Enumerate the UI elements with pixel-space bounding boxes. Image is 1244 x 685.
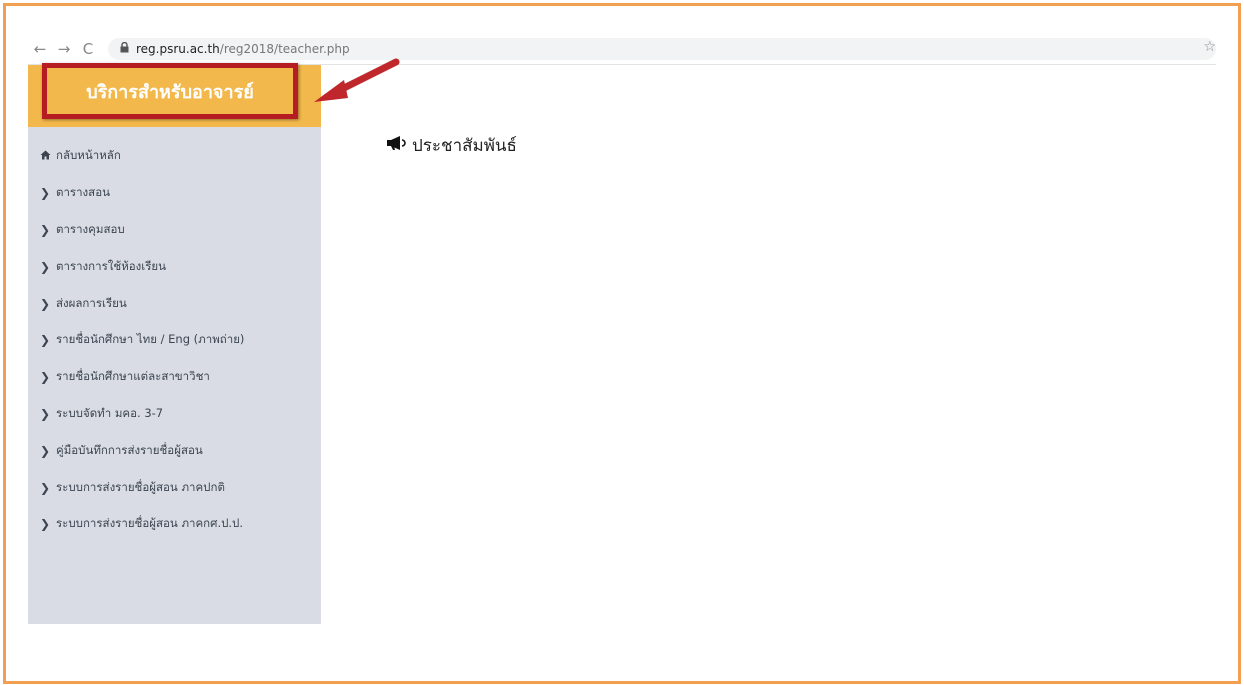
chevron-right-icon: ❯ — [40, 370, 51, 385]
chevron-right-icon: ❯ — [40, 443, 51, 458]
chevron-right-icon: ❯ — [40, 480, 51, 495]
announcement-heading: ประชาสัมพันธ์ — [386, 132, 517, 159]
back-button[interactable]: ← — [28, 40, 52, 58]
star-icon[interactable]: ☆ — [1203, 39, 1216, 55]
forward-button[interactable]: → — [52, 40, 76, 58]
chevron-right-icon: ❯ — [40, 296, 51, 311]
sidebar-menu: กลับหน้าหลัก ❯ ตารางสอน ❯ ตารางคุมสอบ ❯ … — [40, 138, 321, 543]
sidebar-item-student-list-photos[interactable]: ❯ รายชื่อนักศึกษา ไทย / Eng (ภาพถ่าย) — [40, 322, 321, 359]
chevron-right-icon: ❯ — [40, 406, 51, 421]
page-title: ประชาสัมพันธ์ — [412, 136, 517, 156]
annotation-arrow — [314, 58, 400, 102]
sidebar-item-label: ระบบจัดทำ มคอ. 3-7 — [56, 405, 164, 420]
chevron-right-icon: ❯ — [40, 333, 51, 348]
sidebar-item-instructor-submit-special[interactable]: ❯ ระบบการส่งรายชื่อผู้สอน ภาคกศ.ป.ป. — [40, 506, 321, 543]
chevron-right-icon: ❯ — [40, 186, 51, 201]
lock-icon — [120, 41, 129, 56]
sidebar-item-label: ตารางสอน — [56, 185, 110, 200]
reload-button[interactable]: C — [76, 40, 100, 58]
megaphone-icon — [386, 135, 406, 156]
sidebar-item-submit-grades[interactable]: ❯ ส่งผลการเรียน — [40, 285, 321, 322]
chevron-right-icon: ❯ — [40, 222, 51, 237]
url-domain: reg.psru.ac.th — [136, 42, 220, 56]
sidebar-title[interactable]: บริการสำหรับอาจารย์ — [42, 63, 298, 119]
sidebar-item-label: ตารางการใช้ห้องเรียน — [56, 258, 167, 273]
sidebar-item-teaching-schedule[interactable]: ❯ ตารางสอน — [40, 175, 321, 212]
sidebar-item-label: ระบบการส่งรายชื่อผู้สอน ภาคกศ.ป.ป. — [56, 516, 244, 531]
sidebar-item-label: ระบบการส่งรายชื่อผู้สอน ภาคปกติ — [56, 479, 225, 494]
sidebar-item-home[interactable]: กลับหน้าหลัก — [40, 138, 321, 175]
sidebar-item-label: รายชื่อนักศึกษา ไทย / Eng (ภาพถ่าย) — [56, 332, 245, 347]
sidebar-header: บริการสำหรับอาจารย์ — [28, 63, 321, 127]
browser-toolbar: ← → C reg.psru.ac.th/reg2018/teacher.php… — [28, 37, 1216, 61]
sidebar-item-room-schedule[interactable]: ❯ ตารางการใช้ห้องเรียน — [40, 248, 321, 285]
sidebar-item-exam-proctor-schedule[interactable]: ❯ ตารางคุมสอบ — [40, 212, 321, 249]
sidebar-item-label: รายชื่อนักศึกษาแต่ละสาขาวิชา — [56, 369, 210, 384]
home-icon — [40, 150, 52, 163]
sidebar-item-instructor-submit-regular[interactable]: ❯ ระบบการส่งรายชื่อผู้สอน ภาคปกติ — [40, 469, 321, 506]
sidebar-item-label: กลับหน้าหลัก — [56, 148, 121, 163]
sidebar-item-label: ส่งผลการเรียน — [56, 295, 127, 310]
sidebar-item-label: คู่มือบันทึกการส่งรายชื่อผู้สอน — [56, 442, 203, 457]
sidebar-item-student-list-by-major[interactable]: ❯ รายชื่อนักศึกษาแต่ละสาขาวิชา — [40, 359, 321, 396]
url-path: /reg2018/teacher.php — [219, 42, 350, 56]
address-bar[interactable]: reg.psru.ac.th/reg2018/teacher.php — [108, 38, 1216, 60]
sidebar-item-tqf-system[interactable]: ❯ ระบบจัดทำ มคอ. 3-7 — [40, 396, 321, 433]
sidebar: บริการสำหรับอาจารย์ กลับหน้าหลัก ❯ ตาราง… — [28, 63, 321, 624]
sidebar-item-instructor-manual[interactable]: ❯ คู่มือบันทึกการส่งรายชื่อผู้สอน — [40, 432, 321, 469]
chevron-right-icon: ❯ — [40, 259, 51, 274]
sidebar-item-label: ตารางคุมสอบ — [56, 221, 125, 236]
chevron-right-icon: ❯ — [40, 517, 51, 532]
